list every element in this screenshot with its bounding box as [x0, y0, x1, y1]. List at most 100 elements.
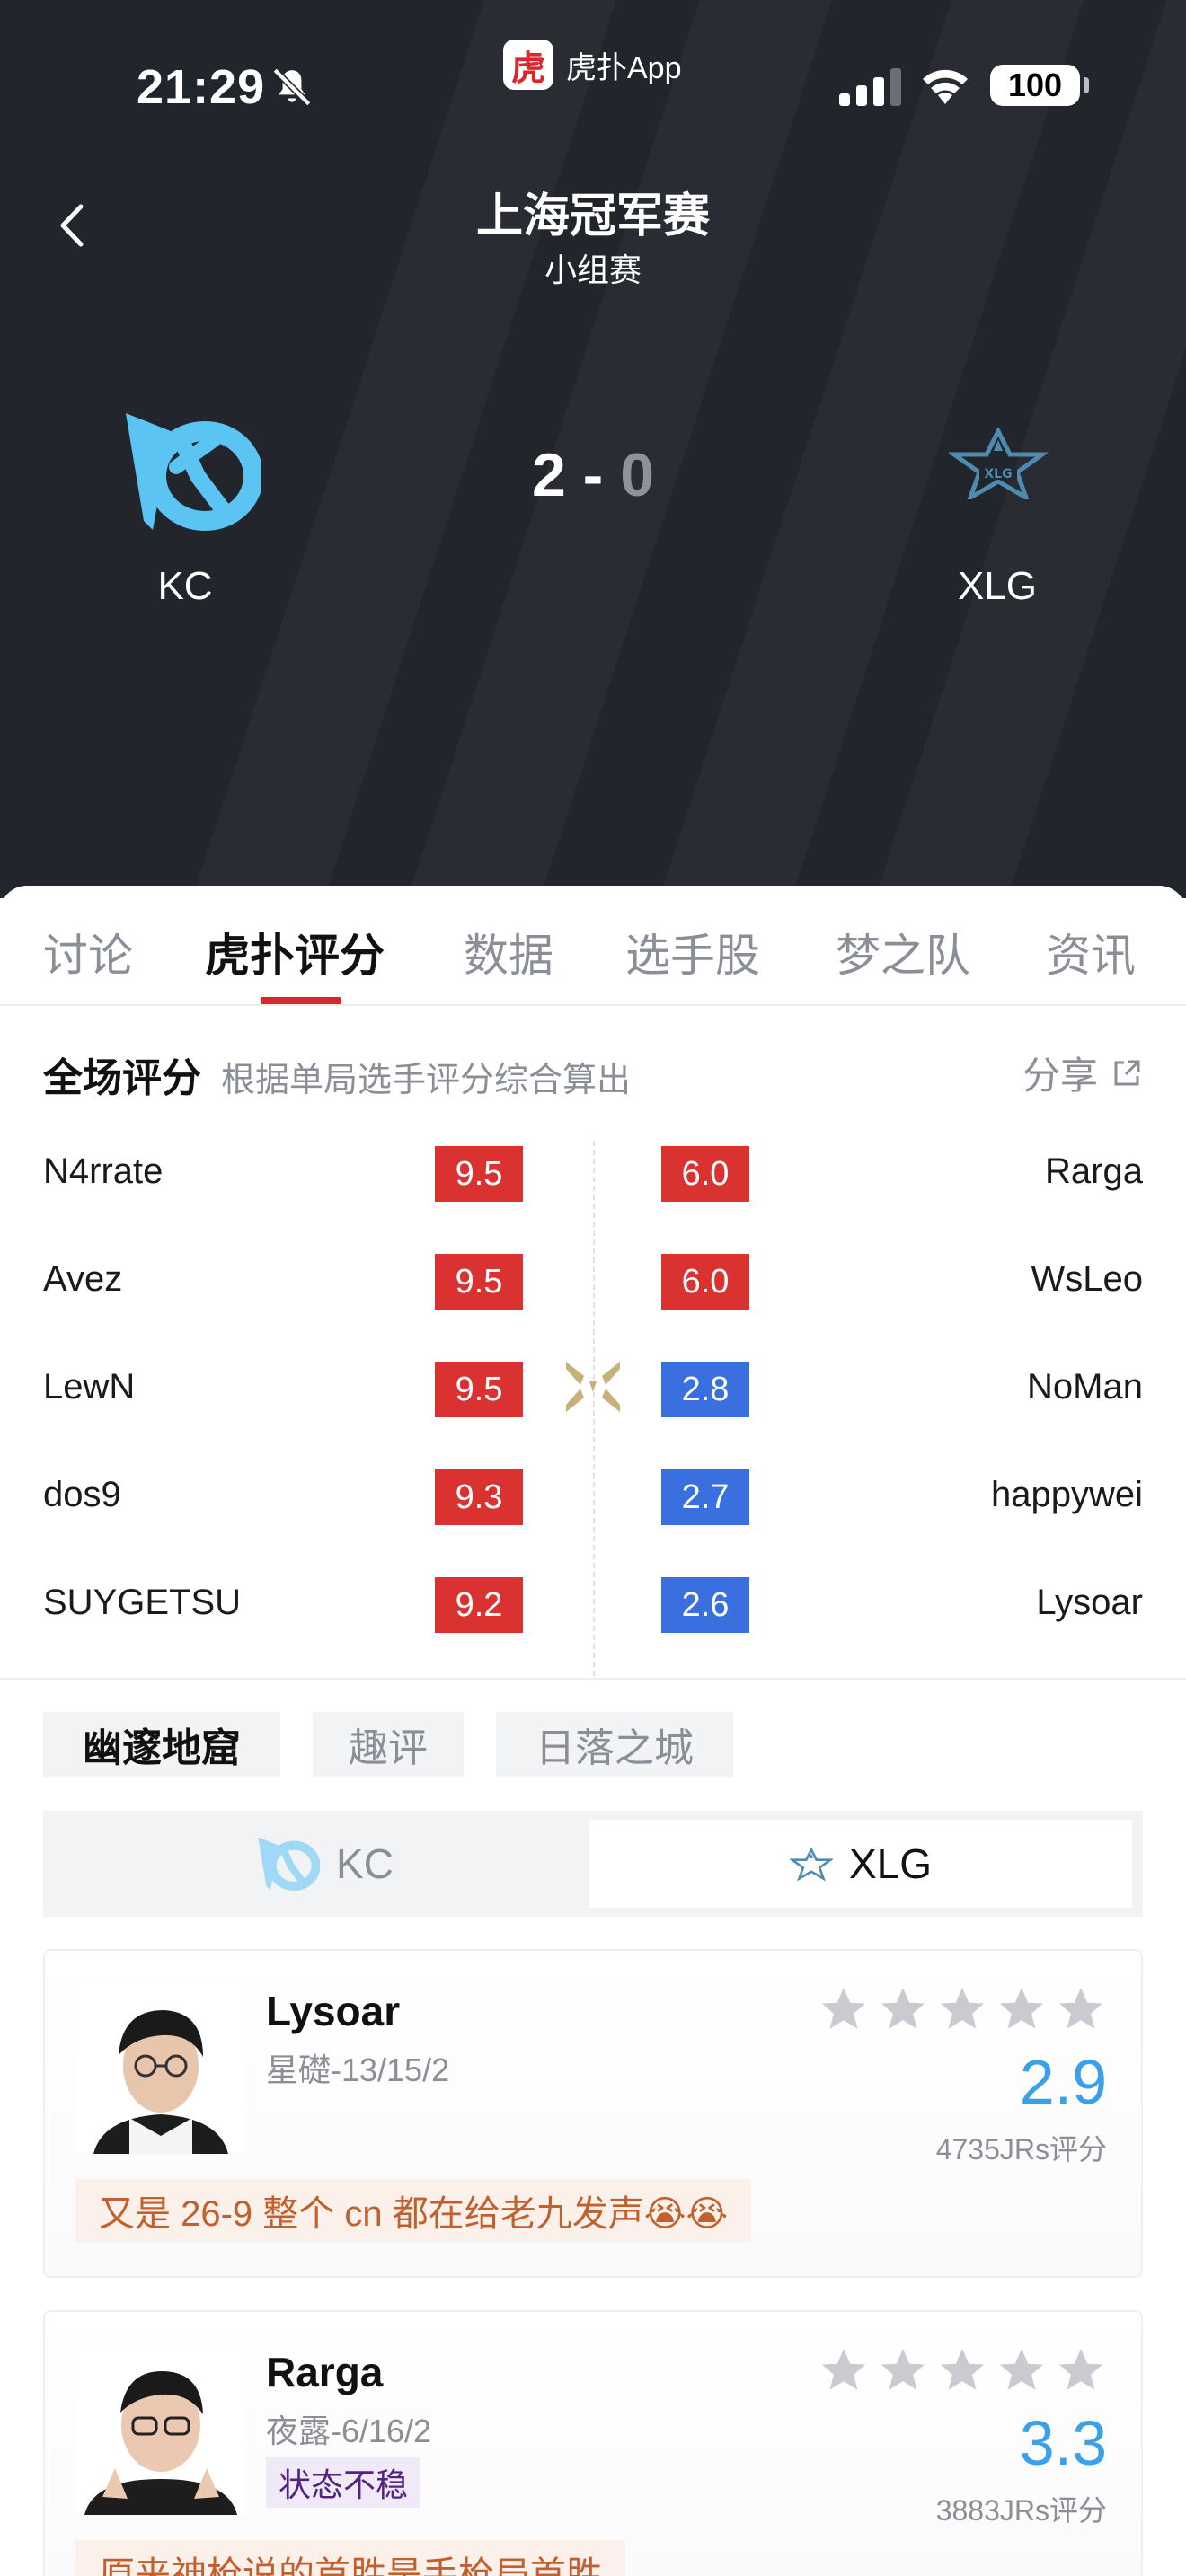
map-chip-fun-review[interactable]: 趣评	[313, 1712, 464, 1777]
left-player-score: 9.5	[435, 1146, 523, 1202]
battery-tip	[1084, 77, 1089, 93]
team-right-name: XLG	[957, 564, 1038, 608]
star-icon[interactable]	[936, 1983, 988, 2035]
star-icon[interactable]	[1055, 2344, 1107, 2396]
map-chip-sunset[interactable]: 日落之城	[496, 1712, 733, 1777]
rating-count: 4735JRs评分	[935, 2133, 1107, 2166]
team-left-name: KC	[157, 564, 213, 608]
rating-row: LewN 9.5 2.8 NoMan	[0, 1362, 1186, 1417]
wifi-icon	[923, 69, 968, 104]
left-player-score: 9.2	[435, 1577, 523, 1633]
back-arrow-icon[interactable]	[50, 194, 95, 257]
star-icon[interactable]	[996, 1983, 1048, 2035]
rating-count: 3883JRs评分	[935, 2494, 1107, 2527]
score-left: 2	[531, 441, 566, 509]
right-player-score: 2.7	[661, 1469, 749, 1525]
star-rating-input[interactable]	[818, 1983, 1107, 2035]
player-rating-card[interactable]: Lysoar 星礎-13/15/2 2.9 4735JRs评分 又是 26-9 …	[43, 1949, 1143, 2278]
star-icon[interactable]	[818, 1983, 870, 2035]
team-switch: KC XLG	[43, 1811, 1143, 1917]
left-player-name[interactable]: LewN	[43, 1367, 135, 1407]
right-player-name[interactable]: Rarga	[1045, 1151, 1143, 1192]
right-player-score: 2.6	[661, 1577, 749, 1633]
kc-team-logo-icon[interactable]	[117, 404, 261, 539]
player-rating-card[interactable]: Rarga 夜露-6/16/2 状态不稳 3.3 3883JRs评分 原来神枪说…	[43, 2310, 1143, 2576]
external-share-icon	[1114, 1060, 1140, 1085]
score-right: 0	[620, 441, 655, 509]
team-switch-xlg[interactable]: XLG	[589, 1820, 1132, 1908]
right-player-name[interactable]: happywei	[991, 1475, 1143, 1515]
kc-small-logo-icon	[258, 1837, 321, 1891]
ratings-description: 根据单局选手评分综合算出	[221, 1062, 632, 1099]
team-switch-kc[interactable]: KC	[52, 1820, 595, 1908]
match-score: 2 - 0	[431, 440, 755, 510]
ratings-header: 全场评分 根据单局选手评分综合算出	[43, 1045, 631, 1103]
star-icon[interactable]	[1055, 1983, 1107, 2035]
star-icon[interactable]	[996, 2344, 1048, 2396]
star-icon[interactable]	[877, 1983, 929, 2035]
event-title: 上海冠军赛	[475, 190, 710, 243]
tab-data[interactable]: 数据	[464, 920, 553, 984]
app-name: 虎扑App	[566, 50, 682, 85]
star-icon[interactable]	[936, 2344, 988, 2396]
rating-row: Avez 9.5 6.0 WsLeo	[0, 1254, 1186, 1310]
rating-row: dos9 9.3 2.7 happywei	[0, 1469, 1186, 1525]
right-player-name[interactable]: WsLeo	[1031, 1259, 1144, 1300]
hupu-logo-icon: 虎	[503, 40, 553, 90]
xlg-team-logo-icon[interactable]: XLG	[949, 428, 1048, 499]
svg-text:XLG: XLG	[984, 467, 1012, 481]
left-player-score: 9.5	[435, 1362, 523, 1417]
ratings-title: 全场评分	[43, 1056, 201, 1100]
app-indicator[interactable]: 虎 虎扑App	[503, 40, 682, 90]
match-header: 21:29 虎 虎扑App 100 上海冠军赛 小组赛 KC 2 - 0 XLG…	[0, 0, 1186, 898]
map-chip-abyss[interactable]: 幽邃地窟	[43, 1712, 280, 1777]
left-player-name[interactable]: dos9	[43, 1475, 121, 1515]
active-tab-indicator	[261, 997, 341, 1004]
tab-discussion[interactable]: 讨论	[43, 920, 133, 984]
player-status-tag: 状态不稳	[266, 2457, 421, 2508]
score-separator: -	[582, 441, 604, 509]
left-player-name[interactable]: Avez	[43, 1259, 122, 1300]
rating-row: SUYGETSU 9.2 2.6 Lysoar	[0, 1577, 1186, 1633]
left-player-score: 9.3	[435, 1469, 523, 1525]
tab-news[interactable]: 资讯	[1046, 920, 1136, 984]
bell-muted-icon	[272, 67, 312, 107]
cellular-signal-icon	[839, 68, 901, 106]
section-divider	[0, 1678, 1186, 1680]
share-label: 分享	[1022, 1054, 1098, 1097]
right-player-score: 6.0	[661, 1254, 749, 1310]
tab-dream-team[interactable]: 梦之队	[836, 920, 970, 984]
tab-player-stock[interactable]: 选手股	[625, 920, 760, 984]
left-player-name[interactable]: N4rrate	[43, 1151, 163, 1192]
event-stage: 小组赛	[544, 251, 642, 288]
tab-hupu-rating[interactable]: 虎扑评分	[205, 920, 385, 984]
player-avatar	[75, 2344, 246, 2515]
right-player-score: 6.0	[661, 1146, 749, 1202]
rating-row: N4rrate 9.5 6.0 Rarga	[0, 1146, 1186, 1202]
team-switch-kc-label: KC	[336, 1840, 394, 1887]
status-time: 21:29	[137, 60, 266, 114]
player-agent-stats: 夜露-6/16/2	[266, 2413, 432, 2449]
xlg-small-logo-icon	[789, 1847, 833, 1882]
player-agent-stats: 星礎-13/15/2	[266, 2051, 450, 2088]
star-icon[interactable]	[818, 2344, 870, 2396]
star-icon[interactable]	[877, 2344, 929, 2396]
tab-bar: 讨论 虎扑评分 数据 选手股 梦之队 资讯	[0, 886, 1186, 1006]
player-average-score: 3.3	[1019, 2408, 1107, 2478]
player-avatar	[75, 1983, 246, 2154]
star-rating-input[interactable]	[818, 2344, 1107, 2396]
top-comment[interactable]: 又是 26-9 整个 cn 都在给老九发声😭😭	[75, 2179, 752, 2242]
left-player-name[interactable]: SUYGETSU	[43, 1583, 241, 1623]
right-player-score: 2.8	[661, 1362, 749, 1417]
player-name: Lysoar	[266, 1988, 401, 2034]
top-comment[interactable]: 原来神枪说的首胜是手枪局首胜	[75, 2540, 625, 2576]
share-button[interactable]: 分享	[1022, 1045, 1143, 1100]
status-bar: 21:29 虎 虎扑App 100	[0, 0, 1186, 171]
battery-indicator: 100	[990, 65, 1080, 106]
player-name: Rarga	[266, 2349, 384, 2395]
team-switch-xlg-label: XLG	[848, 1840, 933, 1887]
player-average-score: 2.9	[1019, 2047, 1107, 2117]
left-player-score: 9.5	[435, 1254, 523, 1310]
right-player-name[interactable]: NoMan	[1027, 1367, 1143, 1407]
right-player-name[interactable]: Lysoar	[1036, 1583, 1143, 1623]
